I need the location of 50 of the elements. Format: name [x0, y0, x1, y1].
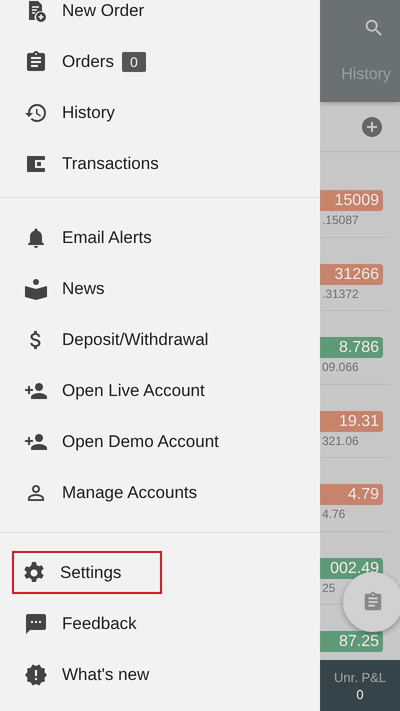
- settings-icon: [22, 560, 46, 584]
- menu-item-label: News: [62, 278, 105, 298]
- menu-item-label: Manage Accounts: [62, 482, 198, 502]
- book-reader-icon: [24, 276, 48, 300]
- price-tag: 15009: [320, 190, 383, 211]
- menu-item-label: Open Live Account: [62, 380, 205, 400]
- add-icon[interactable]: [360, 114, 384, 138]
- menu-item[interactable]: Email Alerts: [0, 212, 316, 263]
- footer-value: 0: [356, 686, 364, 702]
- menu-item[interactable]: Settings: [12, 551, 162, 594]
- price-tag: 002.49: [320, 558, 383, 578]
- floating-action-button[interactable]: [343, 572, 400, 632]
- menu-item[interactable]: What's new: [0, 649, 316, 700]
- price-tag: 19.31: [320, 410, 383, 432]
- menu-item[interactable]: Deposit/Withdrawal: [0, 314, 316, 365]
- menu-item[interactable]: Orders 0: [0, 36, 316, 87]
- price-tag: 87.25: [320, 631, 383, 652]
- price-tag: 31266: [320, 264, 383, 284]
- menu-item-label: Transactions: [62, 154, 159, 174]
- clipboard-icon: [362, 591, 384, 613]
- menu-item-label: Settings: [60, 562, 122, 582]
- menu-item[interactable]: Feedback: [0, 598, 316, 649]
- menu-item-label: History: [62, 102, 115, 122]
- menu-item-label: Orders: [62, 52, 114, 72]
- price-text: .31372: [321, 286, 359, 300]
- feedback-icon: [24, 612, 48, 636]
- menu-item[interactable]: News: [0, 263, 316, 314]
- menu-item[interactable]: Transactions: [0, 138, 316, 189]
- price-text: 09.066: [321, 360, 359, 374]
- menu-item-label: New Order: [62, 0, 144, 20]
- alert-badge-icon: [24, 662, 48, 686]
- footer-label: Unr. P&L: [334, 670, 386, 684]
- menu-item-label: What's new: [62, 664, 150, 684]
- price-tag: 8.786: [320, 337, 383, 358]
- price-text: 25: [321, 580, 336, 594]
- menu-item[interactable]: New Order: [0, 0, 316, 36]
- count-badge: 0: [122, 52, 146, 72]
- price-text: 4.76: [321, 507, 346, 521]
- menu-item[interactable]: Open Demo Account: [0, 416, 316, 467]
- menu-item-label: Deposit/Withdrawal: [62, 330, 208, 350]
- menu-item[interactable]: Manage Accounts: [0, 467, 316, 518]
- menu-item[interactable]: Open Live Account: [0, 365, 316, 416]
- menu-item-label: Open Demo Account: [62, 432, 219, 452]
- clipboard-icon: [24, 50, 48, 74]
- price-text: .15087: [321, 213, 359, 227]
- price-tag: 4.79: [320, 484, 383, 505]
- menu-item[interactable]: History: [0, 87, 316, 138]
- menu-item-label: Feedback: [62, 614, 137, 634]
- menu-item-label: Email Alerts: [62, 228, 152, 248]
- price-text: 321.06: [321, 434, 359, 448]
